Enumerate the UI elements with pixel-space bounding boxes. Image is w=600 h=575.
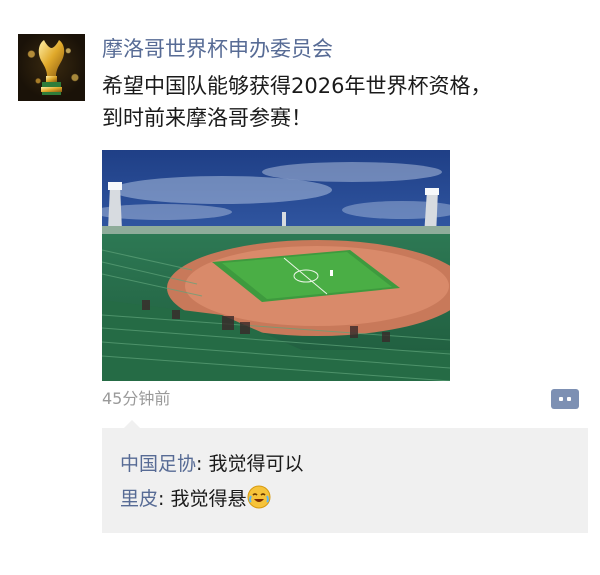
post-text-line: 到时前来摩洛哥参赛！	[102, 106, 312, 130]
avatar[interactable]	[18, 34, 85, 101]
dot	[559, 397, 563, 401]
comment-text: 我觉得可以	[208, 453, 304, 475]
comment-author[interactable]: 里皮	[120, 488, 158, 510]
post-author-name[interactable]: 摩洛哥世界杯申办委员会	[102, 34, 333, 64]
comment-separator: :	[196, 453, 209, 475]
trophy-icon	[38, 40, 65, 95]
dot	[567, 397, 571, 401]
comment-dots-icon[interactable]	[551, 389, 579, 409]
stadium-image	[102, 150, 450, 381]
comment-author[interactable]: 中国足协	[120, 453, 196, 475]
comment-panel: 中国足协: 我觉得可以 里皮: 我觉得悬	[102, 420, 588, 533]
comment-text: 我觉得悬	[170, 488, 247, 510]
comment-separator: :	[158, 488, 171, 510]
post-timestamp: 45分钟前	[102, 389, 171, 408]
laughing-crying-emoji-icon	[247, 485, 271, 509]
comment-item[interactable]: 中国足协: 我觉得可以	[120, 449, 303, 479]
post-text: 希望中国队能够获得2026年世界杯资格， 到时前来摩洛哥参赛！	[102, 70, 572, 134]
comment-item[interactable]: 里皮: 我觉得悬	[120, 484, 271, 514]
comment-panel-arrow	[124, 420, 140, 428]
post-text-line: 希望中国队能够获得2026年世界杯资格，	[102, 74, 492, 98]
post-photo-stadium[interactable]	[102, 150, 450, 381]
